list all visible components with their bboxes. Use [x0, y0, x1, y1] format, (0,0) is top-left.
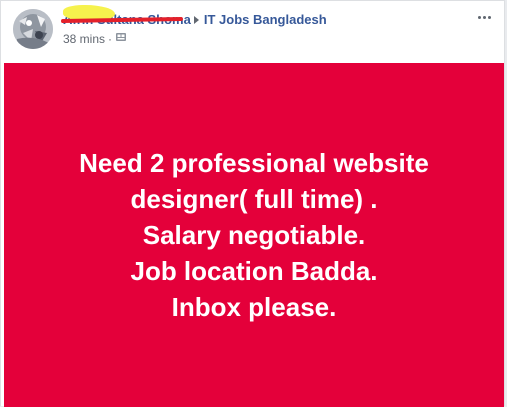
post-message-line: Need 2 professional website — [79, 148, 429, 178]
author-avatar[interactable] — [13, 9, 53, 49]
group-audience-icon[interactable] — [115, 31, 127, 47]
post-header: Afrin Sultana Shoma IT Jobs Bangladesh 3… — [1, 1, 504, 63]
meta-separator: · — [108, 32, 113, 46]
post-message: Need 2 professional website designer( fu… — [14, 145, 494, 325]
facebook-post: Afrin Sultana Shoma IT Jobs Bangladesh 3… — [0, 0, 505, 407]
author-name-link[interactable]: Afrin Sultana Shoma — [60, 5, 191, 29]
post-message-line: designer( full time) . — [130, 184, 378, 214]
post-message-line: Inbox please. — [171, 292, 337, 322]
post-message-line: Job location Badda. — [130, 256, 378, 286]
post-meta: 38 mins · — [63, 31, 127, 47]
post-message-line: Salary negotiable. — [142, 220, 366, 250]
post-title-line: Afrin Sultana Shoma IT Jobs Bangladesh — [60, 5, 327, 29]
shared-to-arrow-icon — [193, 15, 199, 24]
more-options-icon — [477, 15, 491, 19]
post-timestamp[interactable]: 38 mins — [63, 32, 105, 46]
group-name-link[interactable]: IT Jobs Bangladesh — [204, 12, 327, 27]
more-options-button[interactable] — [474, 9, 494, 25]
post-background-card: Need 2 professional website designer( fu… — [4, 63, 504, 407]
avatar-image — [13, 9, 53, 49]
